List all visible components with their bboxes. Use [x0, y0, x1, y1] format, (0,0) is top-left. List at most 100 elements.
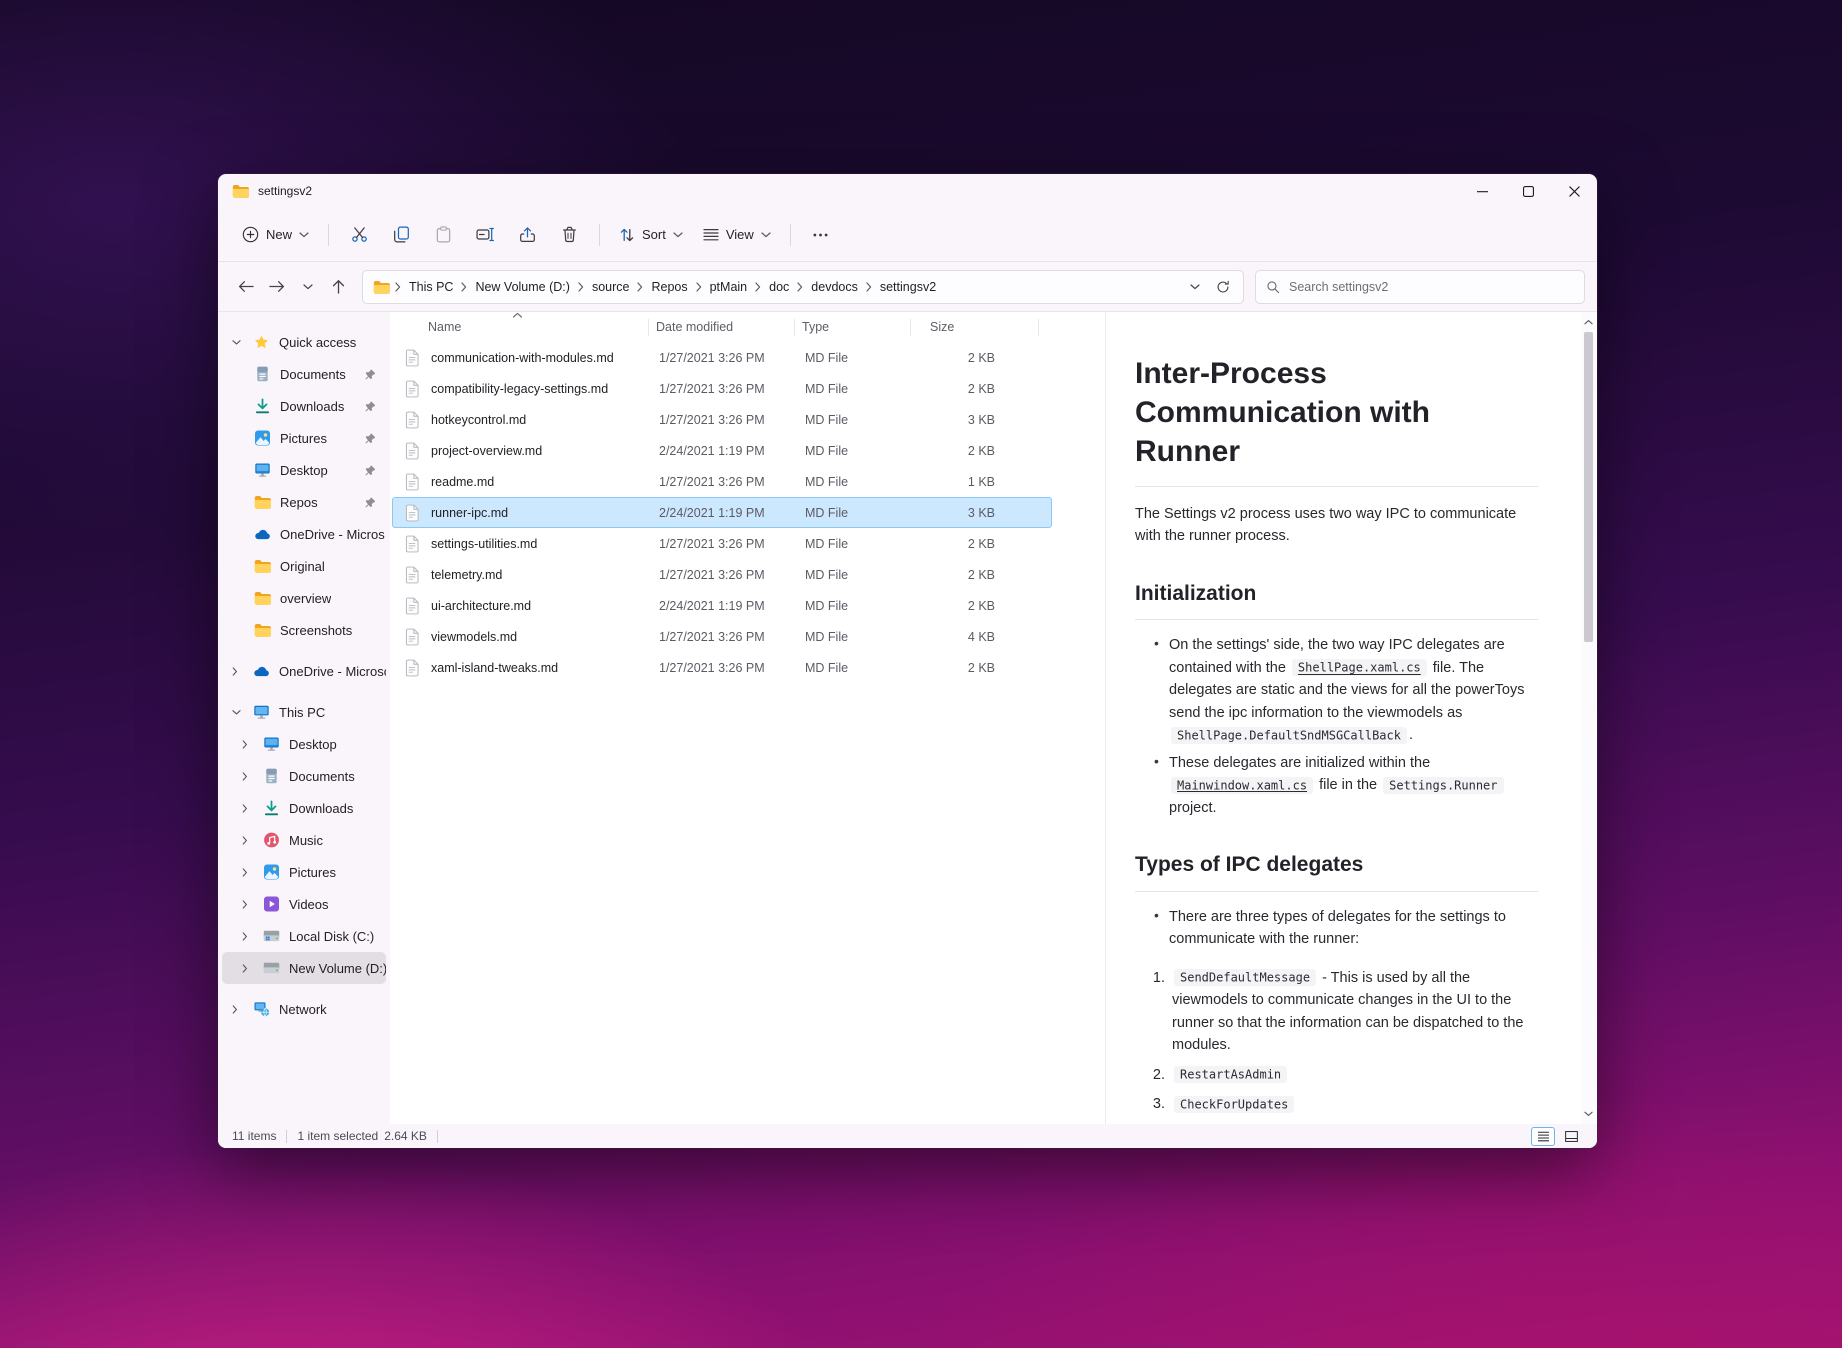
table-row[interactable]: hotkeycontrol.md 1/27/2021 3:26 PM MD Fi…: [392, 404, 1052, 435]
search-box[interactable]: [1255, 270, 1585, 304]
address-dropdown-button[interactable]: [1181, 273, 1209, 301]
code-link[interactable]: Mainwindow.xaml.cs: [1171, 777, 1313, 794]
table-row[interactable]: xaml-island-tweaks.md 1/27/2021 3:26 PM …: [392, 652, 1052, 683]
table-row[interactable]: viewmodels.md 1/27/2021 3:26 PM MD File …: [392, 621, 1052, 652]
chevron-right-icon[interactable]: [242, 866, 254, 878]
scrollbar-thumb[interactable]: [1584, 332, 1593, 642]
breadcrumb-item[interactable]: devdocs: [804, 276, 865, 298]
maximize-button[interactable]: [1505, 174, 1551, 208]
column-header-name[interactable]: Name: [428, 320, 656, 334]
chevron-down-icon[interactable]: [232, 706, 244, 718]
code-link[interactable]: ShellPage.xaml.cs: [1292, 659, 1427, 676]
breadcrumb-item[interactable]: New Volume (D:): [468, 276, 576, 298]
breadcrumb[interactable]: This PC New Volume (D:) source Repos ptM…: [362, 270, 1244, 304]
breadcrumb-chevron[interactable]: [395, 282, 401, 292]
sidebar-item-pictures[interactable]: Pictures: [222, 422, 386, 454]
chevron-right-icon[interactable]: [232, 665, 244, 677]
sidebar-item-this-pc[interactable]: This PC: [222, 696, 386, 728]
sidebar-item-screenshots[interactable]: Screenshots: [222, 614, 386, 646]
breadcrumb-chevron[interactable]: [696, 282, 702, 292]
breadcrumb-item[interactable]: Repos: [644, 276, 694, 298]
breadcrumb-chevron[interactable]: [866, 282, 872, 292]
breadcrumb-chevron[interactable]: [637, 282, 643, 292]
sidebar-item-onedrive-qa[interactable]: OneDrive - Micros: [222, 518, 386, 550]
doc-bullet-list: On the settings' side, the two way IPC d…: [1135, 634, 1538, 819]
back-button[interactable]: [230, 271, 261, 302]
chevron-right-icon[interactable]: [242, 802, 254, 814]
sidebar-item-onedrive[interactable]: OneDrive - Microsof: [222, 655, 386, 687]
chevron-right-icon[interactable]: [242, 834, 254, 846]
breadcrumb-chevron[interactable]: [461, 282, 467, 292]
table-row[interactable]: communication-with-modules.md 1/27/2021 …: [392, 342, 1052, 373]
chevron-right-icon[interactable]: [242, 770, 254, 782]
chevron-right-icon[interactable]: [232, 1003, 244, 1015]
see-more-button[interactable]: [802, 218, 840, 252]
sidebar-item-original[interactable]: Original: [222, 550, 386, 582]
sidebar-item-pc-downloads[interactable]: Downloads: [222, 792, 386, 824]
chevron-right-icon[interactable]: [242, 738, 254, 750]
recent-locations-button[interactable]: [292, 271, 323, 302]
sidebar-item-pc-documents[interactable]: Documents: [222, 760, 386, 792]
column-header-type[interactable]: Type: [802, 320, 916, 334]
sidebar-item-overview[interactable]: overview: [222, 582, 386, 614]
chevron-right-icon[interactable]: [242, 962, 254, 974]
breadcrumb-item[interactable]: doc: [762, 276, 796, 298]
scroll-down-button[interactable]: [1581, 1106, 1596, 1122]
column-divider[interactable]: [794, 319, 795, 336]
breadcrumb-item[interactable]: source: [585, 276, 637, 298]
sidebar-item-pc-videos[interactable]: Videos: [222, 888, 386, 920]
sidebar-item-pc-pictures[interactable]: Pictures: [222, 856, 386, 888]
forward-button[interactable]: [261, 271, 292, 302]
table-row[interactable]: settings-utilities.md 1/27/2021 3:26 PM …: [392, 528, 1052, 559]
chevron-right-icon[interactable]: [242, 898, 254, 910]
column-divider[interactable]: [1038, 319, 1039, 336]
column-divider[interactable]: [648, 319, 649, 336]
share-button[interactable]: [508, 218, 546, 252]
sidebar-item-network[interactable]: Network: [222, 993, 386, 1025]
up-button[interactable]: [323, 271, 354, 302]
column-divider[interactable]: [910, 319, 911, 336]
preview-scrollbar[interactable]: [1581, 312, 1596, 1124]
close-button[interactable]: [1551, 174, 1597, 208]
titlebar[interactable]: settingsv2: [218, 174, 1597, 208]
table-row[interactable]: project-overview.md 2/24/2021 1:19 PM MD…: [392, 435, 1052, 466]
column-header-date-modified[interactable]: Date modified: [656, 320, 802, 334]
refresh-button[interactable]: [1209, 273, 1237, 301]
table-row[interactable]: compatibility-legacy-settings.md 1/27/20…: [392, 373, 1052, 404]
sort-button[interactable]: Sort: [609, 220, 693, 250]
breadcrumb-item[interactable]: This PC: [402, 276, 460, 298]
sidebar-item-quick-access[interactable]: Quick access: [222, 326, 386, 358]
delete-button[interactable]: [550, 218, 588, 252]
sidebar-item-desktop[interactable]: Desktop: [222, 454, 386, 486]
breadcrumb-chevron[interactable]: [797, 282, 803, 292]
large-thumbnails-view-toggle[interactable]: [1559, 1127, 1583, 1146]
sidebar-item-pc-desktop[interactable]: Desktop: [222, 728, 386, 760]
sidebar-item-downloads[interactable]: Downloads: [222, 390, 386, 422]
copy-button[interactable]: [382, 218, 420, 252]
sidebar-item-repos[interactable]: Repos: [222, 486, 386, 518]
chevron-right-icon[interactable]: [242, 930, 254, 942]
sidebar-item-documents[interactable]: Documents: [222, 358, 386, 390]
breadcrumb-chevron[interactable]: [578, 282, 584, 292]
breadcrumb-item[interactable]: ptMain: [703, 276, 755, 298]
breadcrumb-item[interactable]: settingsv2: [873, 276, 943, 298]
sidebar-item-new-volume-d[interactable]: New Volume (D:): [222, 952, 386, 984]
paste-button[interactable]: [424, 218, 462, 252]
table-row[interactable]: telemetry.md 1/27/2021 3:26 PM MD File 2…: [392, 559, 1052, 590]
minimize-button[interactable]: [1459, 174, 1505, 208]
cut-button[interactable]: [340, 218, 378, 252]
breadcrumb-chevron[interactable]: [755, 282, 761, 292]
sidebar-item-local-disk-c[interactable]: Local Disk (C:): [222, 920, 386, 952]
sidebar-item-pc-music[interactable]: Music: [222, 824, 386, 856]
column-header-size[interactable]: Size: [916, 320, 992, 334]
table-row[interactable]: readme.md 1/27/2021 3:26 PM MD File 1 KB: [392, 466, 1052, 497]
rename-button[interactable]: [466, 218, 504, 252]
search-input[interactable]: [1289, 280, 1574, 294]
new-button[interactable]: New: [232, 219, 319, 250]
view-button[interactable]: View: [693, 220, 781, 249]
details-view-toggle[interactable]: [1531, 1127, 1555, 1146]
table-row-selected[interactable]: runner-ipc.md 2/24/2021 1:19 PM MD File …: [392, 497, 1052, 528]
scroll-up-button[interactable]: [1581, 314, 1596, 330]
table-row[interactable]: ui-architecture.md 2/24/2021 1:19 PM MD …: [392, 590, 1052, 621]
chevron-down-icon[interactable]: [232, 336, 244, 348]
